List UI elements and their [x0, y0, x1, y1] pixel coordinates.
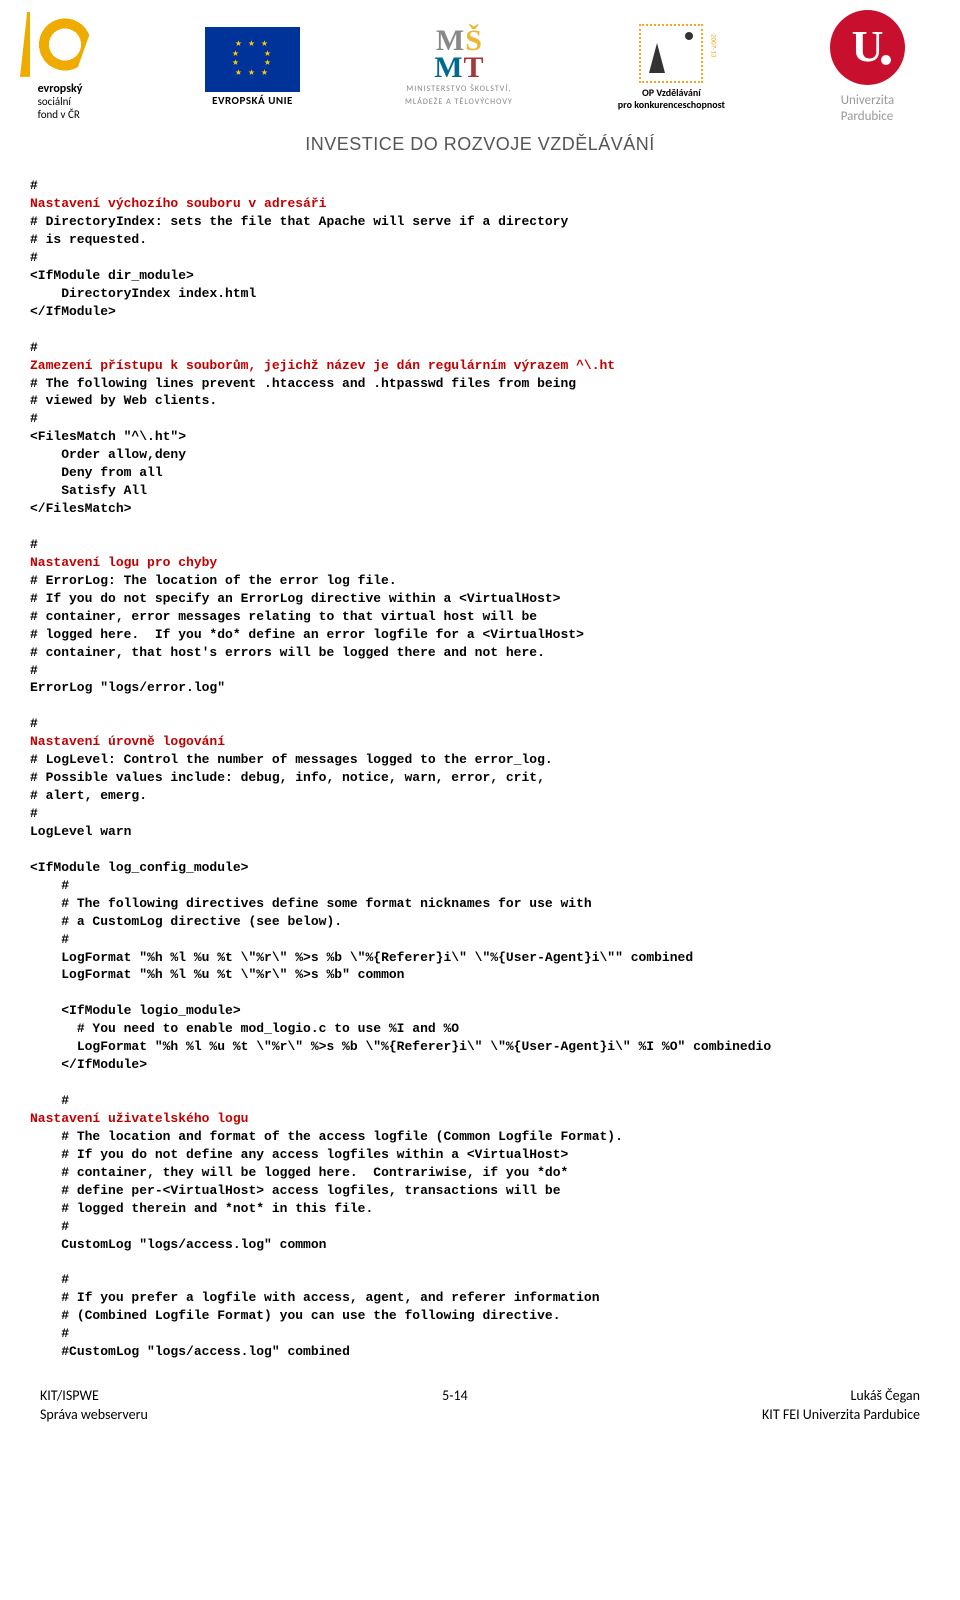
l: #	[30, 411, 38, 426]
l: #	[30, 878, 69, 893]
esf-icon	[20, 12, 100, 77]
esf-line1: evropský	[38, 82, 83, 96]
section-errorlog-title: Nastavení logu pro chyby	[30, 555, 217, 570]
l: <IfModule dir_module>	[30, 268, 194, 283]
page-body: # Nastavení výchozího souboru v adresáři…	[0, 177, 960, 1381]
l: #CustomLog "logs/access.log" combined	[30, 1344, 350, 1359]
uni-line2: Pardubice	[841, 109, 893, 124]
l: # If you do not specify an ErrorLog dire…	[30, 591, 561, 606]
l: LogFormat "%h %l %u %t \"%r\" %>s %b \"%…	[30, 950, 693, 965]
l: #	[30, 537, 38, 552]
l: #	[30, 1326, 69, 1341]
op-line2: pro konkurenceschopnost	[618, 99, 725, 111]
l: # define per-<VirtualHost> access logfil…	[30, 1183, 561, 1198]
footer-center: 5-14	[442, 1387, 468, 1425]
l: </IfModule>	[30, 1057, 147, 1072]
l: </FilesMatch>	[30, 501, 131, 516]
footer-left1: KIT/ISPWE	[40, 1387, 99, 1404]
l: # The following directives define some f…	[30, 896, 592, 911]
l: # If you do not define any access logfil…	[30, 1147, 568, 1162]
footer-right1: Lukáš Čegan	[850, 1387, 920, 1404]
msmt-line2: MLÁDEŽE A TĚLOVÝCHOVY	[405, 98, 513, 107]
footer-left: KIT/ISPWE Správa webserveru	[40, 1387, 148, 1425]
l: # ErrorLog: The location of the error lo…	[30, 573, 397, 588]
msmt-line1: MINISTERSTVO ŠKOLSTVÍ,	[406, 85, 511, 94]
op-line1: OP Vzdělávání	[642, 87, 701, 99]
footer-right: Lukáš Čegan KIT FEI Univerzita Pardubice	[762, 1387, 920, 1425]
section-loglevel-title: Nastavení úrovně logování	[30, 734, 225, 749]
l: LogFormat "%h %l %u %t \"%r\" %>s %b \"%…	[30, 1039, 771, 1054]
l: #	[30, 932, 69, 947]
l: ErrorLog "logs/error.log"	[30, 680, 225, 695]
l: Deny from all	[30, 465, 163, 480]
uni-logo: U Univerzita Pardubice	[830, 10, 905, 124]
l: #	[30, 716, 38, 731]
op-icon: 2007-13	[639, 24, 703, 83]
l: # You need to enable mod_logio.c to use …	[30, 1021, 459, 1036]
l: LogFormat "%h %l %u %t \"%r\" %>s %b" co…	[30, 967, 404, 982]
l: </IfModule>	[30, 304, 116, 319]
uni-icon: U	[830, 10, 905, 85]
l: # logged therein and *not* in this file.	[30, 1201, 373, 1216]
l: # The following lines prevent .htaccess …	[30, 376, 576, 391]
l: #	[30, 663, 38, 678]
esf-line2: sociální	[38, 95, 71, 108]
msmt-logo: MŠ MT MINISTERSTVO ŠKOLSTVÍ, MLÁDEŽE A T…	[405, 27, 513, 107]
l: #	[30, 340, 38, 355]
l: #	[30, 1219, 69, 1234]
l: # viewed by Web clients.	[30, 393, 217, 408]
l: #	[30, 1272, 69, 1287]
l: #	[30, 806, 38, 821]
section-filesmatch-title: Zamezení přístupu k souborům, jejichž ná…	[30, 358, 615, 373]
l: # (Combined Logfile Format) you can use …	[30, 1308, 561, 1323]
l: # container, they will be logged here. C…	[30, 1165, 568, 1180]
l: # container, that host's errors will be …	[30, 645, 545, 660]
l: # logged here. If you *do* define an err…	[30, 627, 584, 642]
l: DirectoryIndex index.html	[30, 286, 256, 301]
eu-label: EVROPSKÁ UNIE	[212, 95, 293, 108]
header-logos: evropský sociální fond v ČR ★ ★ ★★ ★★ ★★…	[0, 0, 960, 124]
l: <IfModule log_config_module>	[30, 860, 248, 875]
esf-text: evropský sociální fond v ČR	[38, 83, 83, 123]
l: #	[30, 1093, 69, 1108]
esf-line3: fond v ČR	[38, 108, 80, 121]
uni-line1: Univerzita	[841, 93, 894, 108]
l: Order allow,deny	[30, 447, 186, 462]
uni-text: Univerzita Pardubice	[841, 93, 894, 124]
page-footer: KIT/ISPWE Správa webserveru 5-14 Lukáš Č…	[0, 1381, 960, 1439]
l: # alert, emerg.	[30, 788, 147, 803]
section-userlog-title: Nastavení uživatelského logu	[30, 1111, 248, 1126]
l: CustomLog "logs/access.log" common	[30, 1237, 326, 1252]
l: # container, error messages relating to …	[30, 609, 537, 624]
l: LogLevel warn	[30, 824, 131, 839]
l: <FilesMatch "^\.ht">	[30, 429, 186, 444]
msmt-icon: MŠ MT	[434, 27, 483, 81]
eu-logo: ★ ★ ★★ ★★ ★★ ★ ★ EVROPSKÁ UNIE	[205, 27, 300, 108]
op-num: 2007-13	[709, 34, 717, 57]
footer-left2: Správa webserveru	[40, 1406, 148, 1423]
l: # DirectoryIndex: sets the file that Apa…	[30, 214, 568, 229]
l: # The location and format of the access …	[30, 1129, 623, 1144]
l: # LogLevel: Control the number of messag…	[30, 752, 553, 767]
eu-flag-icon: ★ ★ ★★ ★★ ★★ ★ ★	[205, 27, 300, 92]
op-logo: 2007-13 OP Vzdělávání pro konkurencescho…	[618, 24, 725, 110]
esf-logo: evropský sociální fond v ČR	[20, 12, 100, 123]
l: #	[30, 178, 38, 193]
l: # is requested.	[30, 232, 147, 247]
section-dir-title: Nastavení výchozího souboru v adresáři	[30, 196, 326, 211]
l: # a CustomLog directive (see below).	[30, 914, 342, 929]
l: #	[30, 250, 38, 265]
l: # If you prefer a logfile with access, a…	[30, 1290, 600, 1305]
config-code: # Nastavení výchozího souboru v adresáři…	[30, 177, 930, 1361]
invest-heading: INVESTICE DO ROZVOJE VZDĚLÁVÁNÍ	[0, 134, 960, 155]
l: <IfModule logio_module>	[30, 1003, 241, 1018]
footer-right2: KIT FEI Univerzita Pardubice	[762, 1406, 920, 1423]
l: # Possible values include: debug, info, …	[30, 770, 545, 785]
l: Satisfy All	[30, 483, 147, 498]
